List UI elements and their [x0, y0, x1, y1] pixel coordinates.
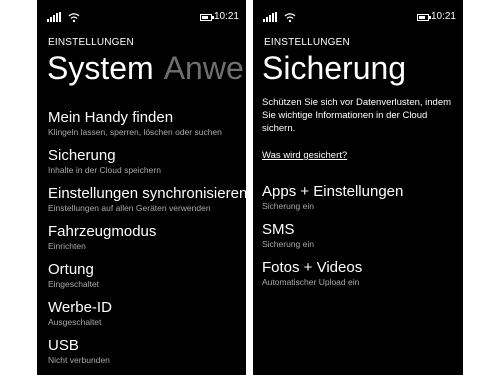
settings-item-subtitle: Inhalte in der Cloud speichern	[48, 165, 161, 175]
right-phone-screen: 10:21 EINSTELLUNGEN Sicherung Schützen S…	[253, 0, 463, 375]
battery-icon	[200, 14, 214, 21]
settings-item-subtitle: Ausgeschaltet	[48, 317, 102, 327]
wifi-icon	[68, 13, 80, 23]
settings-item-title: USB	[48, 337, 79, 354]
pivot-item-system[interactable]: System	[47, 50, 154, 86]
backup-item-subtitle: Sicherung ein	[262, 201, 314, 211]
signal-icon	[47, 12, 63, 22]
settings-item-werbe-id[interactable]: Werbe-ID Ausgeschaltet	[48, 298, 246, 336]
settings-item-title: Werbe-ID	[48, 299, 112, 316]
status-bar: 10:21	[37, 10, 246, 26]
status-time: 10:21	[213, 11, 239, 22]
pivot-item-anwendungen[interactable]: Anwen	[164, 50, 246, 86]
battery-icon	[417, 14, 431, 21]
what-is-backed-up-link[interactable]: Was wird gesichert?	[262, 150, 347, 161]
settings-item-title: Sicherung	[48, 147, 116, 164]
page-title: Sicherung	[262, 50, 407, 86]
left-phone-screen: 10:21 EINSTELLUNGEN System Anwen Mein Han…	[37, 0, 246, 375]
settings-item-subtitle: Eingeschaltet	[48, 279, 100, 289]
app-title: EINSTELLUNGEN	[48, 37, 134, 48]
backup-item-title: Apps + Einstellungen	[262, 183, 404, 200]
app-title: EINSTELLUNGEN	[264, 37, 350, 48]
backup-item-apps-einstellungen[interactable]: Apps + Einstellungen Sicherung ein	[262, 182, 463, 220]
pivot-header: System Anwen	[47, 50, 246, 86]
wifi-icon	[284, 13, 296, 23]
settings-item-mein-handy-finden[interactable]: Mein Handy finden Klingeln lassen, sperr…	[48, 108, 246, 146]
settings-item-usb[interactable]: USB Nicht verbunden	[48, 336, 246, 374]
status-time: 10:21	[430, 11, 456, 22]
settings-item-subtitle: Klingeln lassen, sperren, löschen oder s…	[48, 127, 222, 137]
settings-item-ortung[interactable]: Ortung Eingeschaltet	[48, 260, 246, 298]
settings-item-sicherung[interactable]: Sicherung Inhalte in der Cloud speichern	[48, 146, 246, 184]
backup-item-subtitle: Sicherung ein	[262, 239, 314, 249]
settings-item-title: Ortung	[48, 261, 94, 278]
settings-item-subtitle: Nicht verbunden	[48, 355, 110, 365]
backup-options-list: Apps + Einstellungen Sicherung ein SMS S…	[262, 182, 463, 296]
status-bar: 10:21	[253, 10, 463, 26]
settings-item-einstellungen-synchronisieren[interactable]: Einstellungen synchronisieren Einstellun…	[48, 184, 246, 222]
settings-item-subtitle: Einstellungen auf allen Geräten verwende…	[48, 203, 211, 213]
signal-icon	[263, 12, 279, 22]
backup-item-sms[interactable]: SMS Sicherung ein	[262, 220, 463, 258]
settings-item-title: Einstellungen synchronisieren	[48, 185, 246, 202]
settings-item-title: Fahrzeugmodus	[48, 223, 157, 240]
settings-item-subtitle: Einrichten	[48, 241, 86, 251]
settings-list: Mein Handy finden Klingeln lassen, sperr…	[48, 108, 246, 374]
backup-item-fotos-videos[interactable]: Fotos + Videos Automatischer Upload ein	[262, 258, 463, 296]
backup-item-title: Fotos + Videos	[262, 259, 363, 276]
backup-item-title: SMS	[262, 221, 295, 238]
backup-item-subtitle: Automatischer Upload ein	[262, 277, 360, 287]
settings-item-fahrzeugmodus[interactable]: Fahrzeugmodus Einrichten	[48, 222, 246, 260]
backup-description: Schützen Sie sich vor Datenverlusten, in…	[262, 97, 452, 134]
settings-item-title: Mein Handy finden	[48, 109, 174, 126]
